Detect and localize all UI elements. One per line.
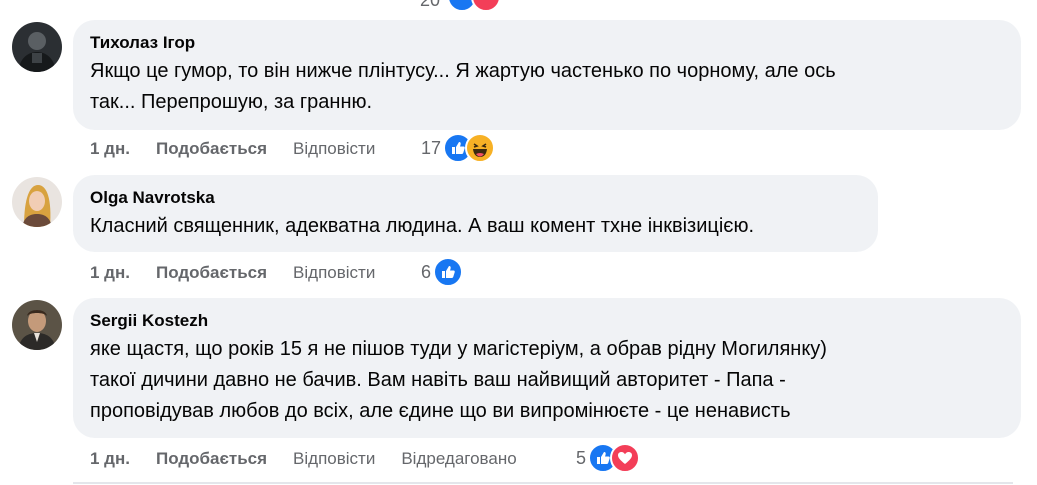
- comment-text: Класний священник, адекватна людина. А в…: [90, 215, 755, 237]
- comment-author[interactable]: Тихолаз Ігор: [90, 32, 1003, 54]
- divider: [73, 482, 1013, 484]
- like-button[interactable]: Подобається: [156, 263, 267, 283]
- reaction-count: 17: [421, 137, 442, 158]
- edited-label[interactable]: Відредаговано: [401, 449, 516, 469]
- comment-time[interactable]: 1 дн.: [90, 139, 130, 159]
- love-icon: [610, 443, 641, 473]
- comment-bubble: Sergii Kostezh яке щастя, що років 15 я …: [73, 298, 1021, 438]
- reply-button[interactable]: Відповісти: [293, 449, 375, 469]
- like-icon: [433, 257, 464, 287]
- reply-button[interactable]: Відповісти: [293, 263, 375, 283]
- comment-author[interactable]: Olga Navrotska: [90, 187, 860, 209]
- comment-time[interactable]: 1 дн.: [90, 263, 130, 283]
- reactions-summary[interactable]: 5: [576, 443, 641, 473]
- comment-bubble: Тихолаз Ігор Якщо це гумор, то він нижче…: [73, 20, 1021, 130]
- love-icon: [471, 0, 501, 12]
- avatar[interactable]: [12, 177, 62, 227]
- avatar[interactable]: [12, 22, 62, 72]
- reaction-count: 5: [576, 447, 587, 468]
- like-button[interactable]: Подобається: [156, 449, 267, 469]
- haha-icon: [465, 133, 496, 163]
- comment-text: яке щастя, що років 15 я не пішов туди у…: [90, 338, 827, 422]
- like-button[interactable]: Подобається: [156, 139, 267, 159]
- comment-bubble: Olga Navrotska Класний священник, адеква…: [73, 175, 878, 252]
- comment-actions: 1 дн. Подобається Відповісти: [90, 258, 401, 288]
- reactions-summary[interactable]: 17: [421, 133, 496, 163]
- reply-button[interactable]: Відповісти: [293, 139, 375, 159]
- comment-actions: 1 дн. Подобається Відповісти Відредагова…: [90, 444, 543, 474]
- avatar[interactable]: [12, 300, 62, 350]
- reaction-count: 20: [420, 0, 441, 10]
- comment-time[interactable]: 1 дн.: [90, 449, 130, 469]
- comment-text: Якщо це гумор, то він нижче плінтусу... …: [90, 60, 836, 113]
- previous-comment-reactions[interactable]: 20: [0, 0, 1037, 12]
- reactions-summary[interactable]: 6: [421, 257, 464, 287]
- comment-author[interactable]: Sergii Kostezh: [90, 310, 1003, 332]
- reaction-count: 6: [421, 261, 432, 282]
- comment-actions: 1 дн. Подобається Відповісти: [90, 134, 401, 164]
